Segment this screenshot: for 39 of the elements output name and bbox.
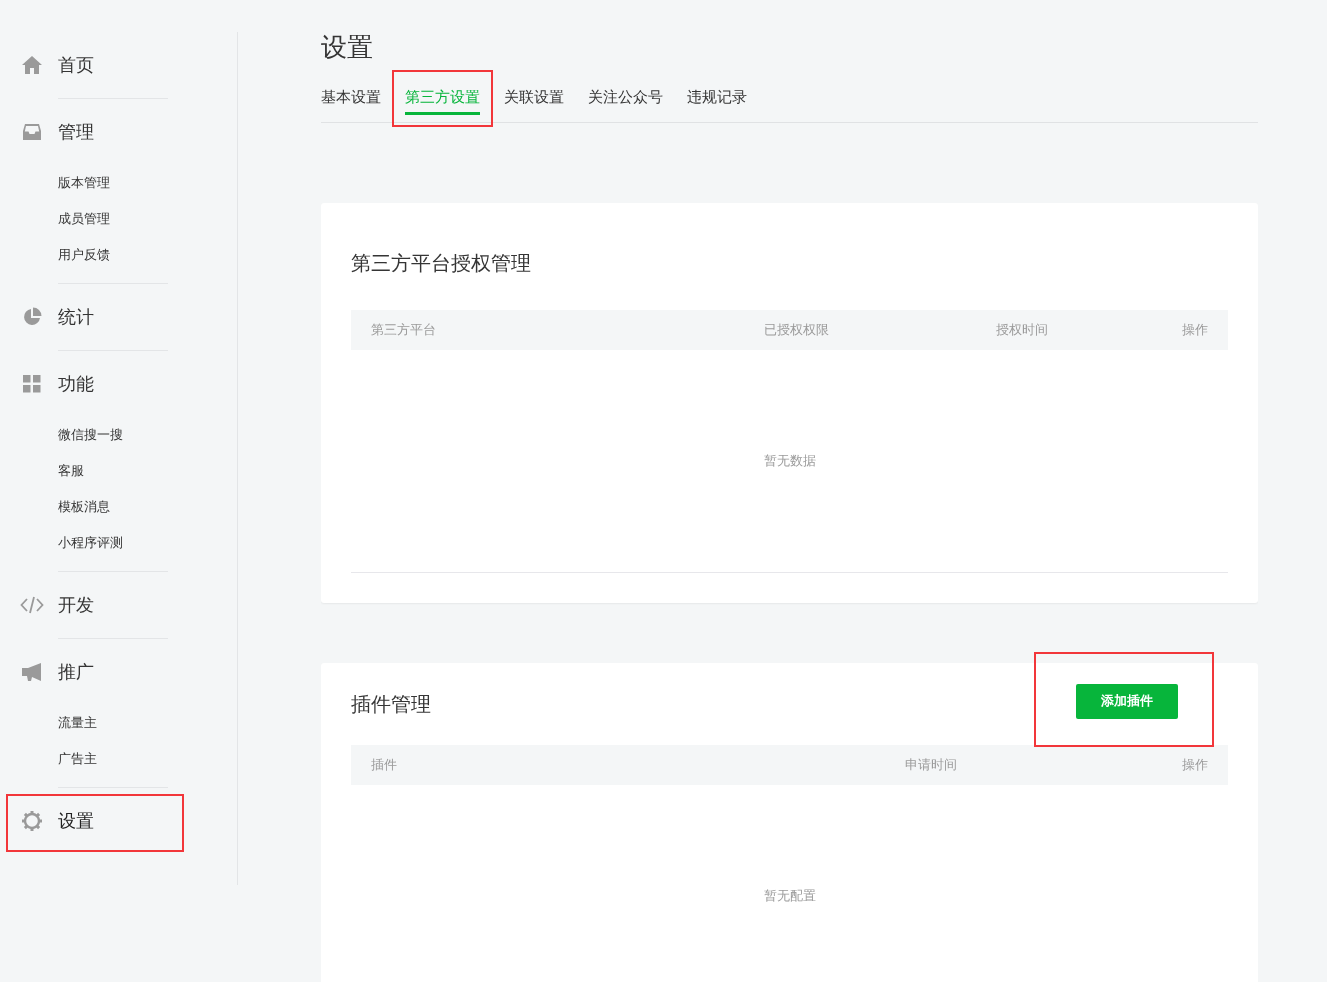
sidebar-subitem[interactable]: 客服 [0, 453, 237, 489]
tab[interactable]: 关注公众号 [588, 78, 663, 122]
sidebar-subitem[interactable]: 用户反馈 [0, 237, 237, 273]
gear-icon [21, 810, 43, 832]
code-icon [20, 596, 44, 614]
tab[interactable]: 基本设置 [321, 78, 381, 122]
home-icon [21, 55, 43, 75]
megaphone-icon [21, 662, 43, 682]
page-title: 设置 [321, 31, 374, 64]
tab[interactable]: 违规记录 [687, 78, 747, 122]
sidebar-item[interactable]: 统计 [0, 284, 237, 350]
grid-icon [23, 375, 41, 393]
sidebar-subitem[interactable]: 微信搜一搜 [0, 417, 237, 453]
column-header: 操作 [1182, 321, 1208, 339]
column-header: 操作 [1182, 756, 1208, 774]
card-title: 第三方平台授权管理 [351, 251, 531, 276]
sidebar-subitem[interactable]: 版本管理 [0, 165, 237, 201]
sidebar-subitem[interactable]: 小程序评测 [0, 525, 237, 561]
empty-message: 暂无数据 [763, 452, 816, 470]
column-header: 已授权权限 [764, 321, 830, 339]
sidebar-item[interactable]: 开发 [0, 572, 237, 638]
column-header: 第三方平台 [371, 321, 437, 339]
pie-chart-icon [22, 307, 42, 327]
sidebar-subitem[interactable]: 流量主 [0, 705, 237, 741]
column-header: 申请时间 [905, 756, 958, 774]
inbox-icon [22, 123, 42, 141]
sidebar-item[interactable]: 设置 [0, 788, 237, 854]
column-header: 授权时间 [996, 321, 1049, 339]
column-header: 插件 [371, 756, 398, 774]
card-title: 插件管理 [351, 691, 431, 717]
sidebar-item[interactable]: 功能 [0, 351, 237, 417]
sidebar-subitem[interactable]: 成员管理 [0, 201, 237, 237]
sidebar-item[interactable]: 管理 [0, 99, 237, 165]
sidebar-subitem[interactable]: 模板消息 [0, 489, 237, 525]
empty-message: 暂无配置 [763, 887, 816, 905]
tab[interactable]: 关联设置 [504, 78, 564, 122]
sidebar-subitem[interactable]: 广告主 [0, 741, 237, 777]
sidebar-item[interactable]: 首页 [0, 32, 237, 98]
sidebar-item[interactable]: 推广 [0, 639, 237, 705]
